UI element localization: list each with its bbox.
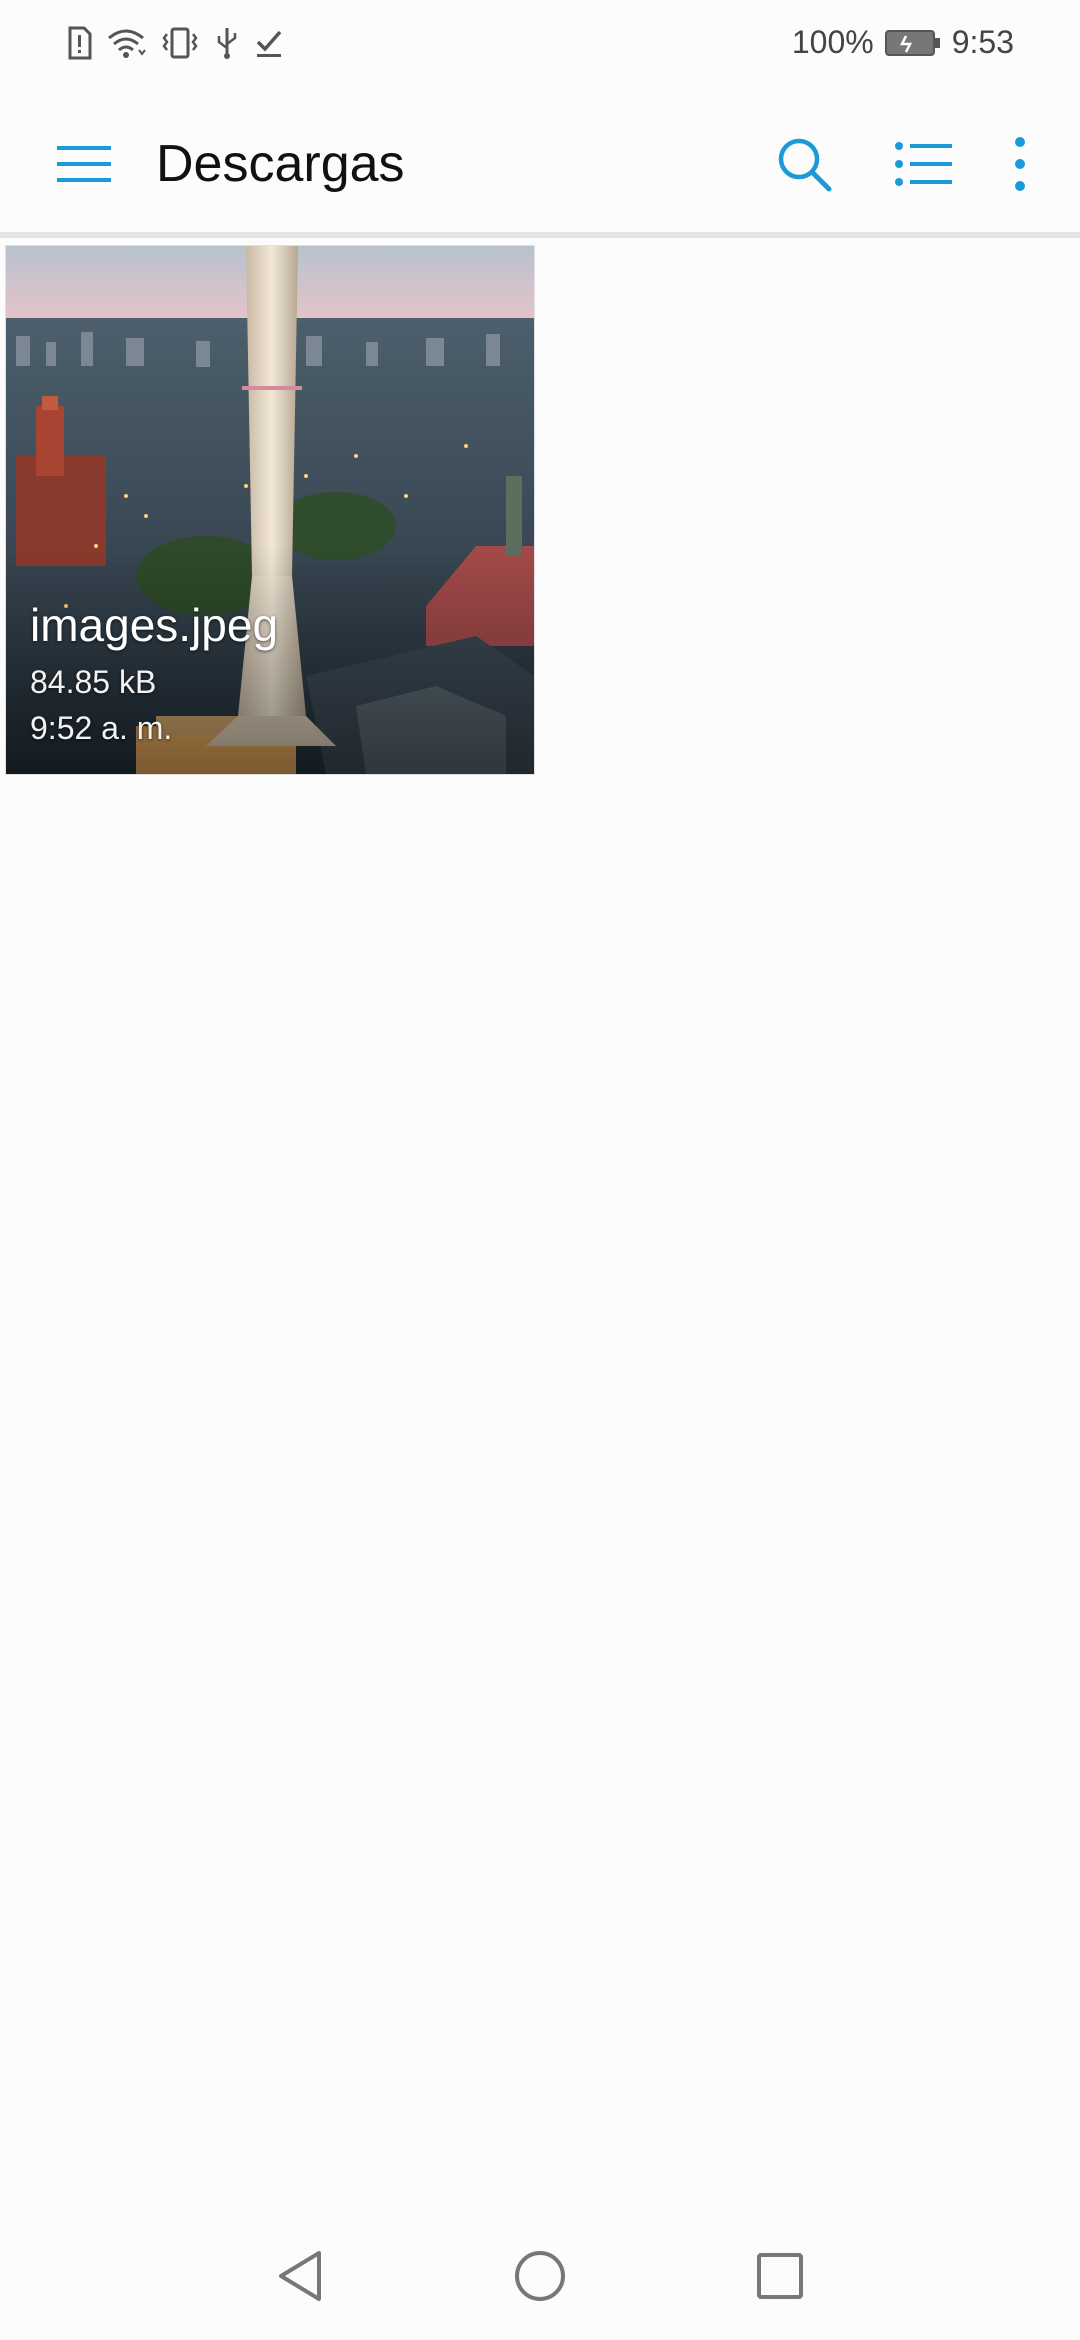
- download-done-icon: [254, 26, 284, 60]
- status-icons: [66, 26, 284, 60]
- sim-alert-icon: [66, 26, 92, 60]
- usb-icon: [214, 26, 240, 60]
- toolbar: Descargas: [0, 92, 1080, 232]
- file-tile[interactable]: images.jpeg 84.85 kB 9:52 a. m.: [6, 246, 534, 774]
- vibrate-icon: [160, 26, 200, 60]
- wifi-icon: [106, 26, 146, 60]
- recents-icon[interactable]: [740, 2236, 820, 2316]
- battery-charging-icon: [884, 28, 942, 58]
- file-name: images.jpeg: [30, 599, 279, 651]
- hamburger-menu-icon[interactable]: [48, 128, 120, 200]
- clock: 9:53: [951, 24, 1014, 60]
- battery-percent: 100%: [791, 24, 874, 60]
- status-bar: 100% 9:53: [0, 0, 1080, 92]
- status-right: 100% 9:53: [792, 24, 1014, 61]
- toolbar-divider: [0, 232, 1080, 238]
- search-icon[interactable]: [768, 128, 840, 200]
- home-icon[interactable]: [500, 2236, 580, 2316]
- page-title: Descargas: [156, 135, 405, 193]
- file-size: 84.85 kB: [30, 664, 157, 700]
- back-icon[interactable]: [260, 2236, 340, 2316]
- more-vert-icon[interactable]: [984, 128, 1056, 200]
- screen: 100% 9:53 Descargas images.jpeg 84.85 kB…: [0, 0, 1080, 2340]
- list-view-icon[interactable]: [888, 128, 960, 200]
- navigation-bar: [0, 2220, 1080, 2340]
- file-time: 9:52 a. m.: [30, 710, 173, 746]
